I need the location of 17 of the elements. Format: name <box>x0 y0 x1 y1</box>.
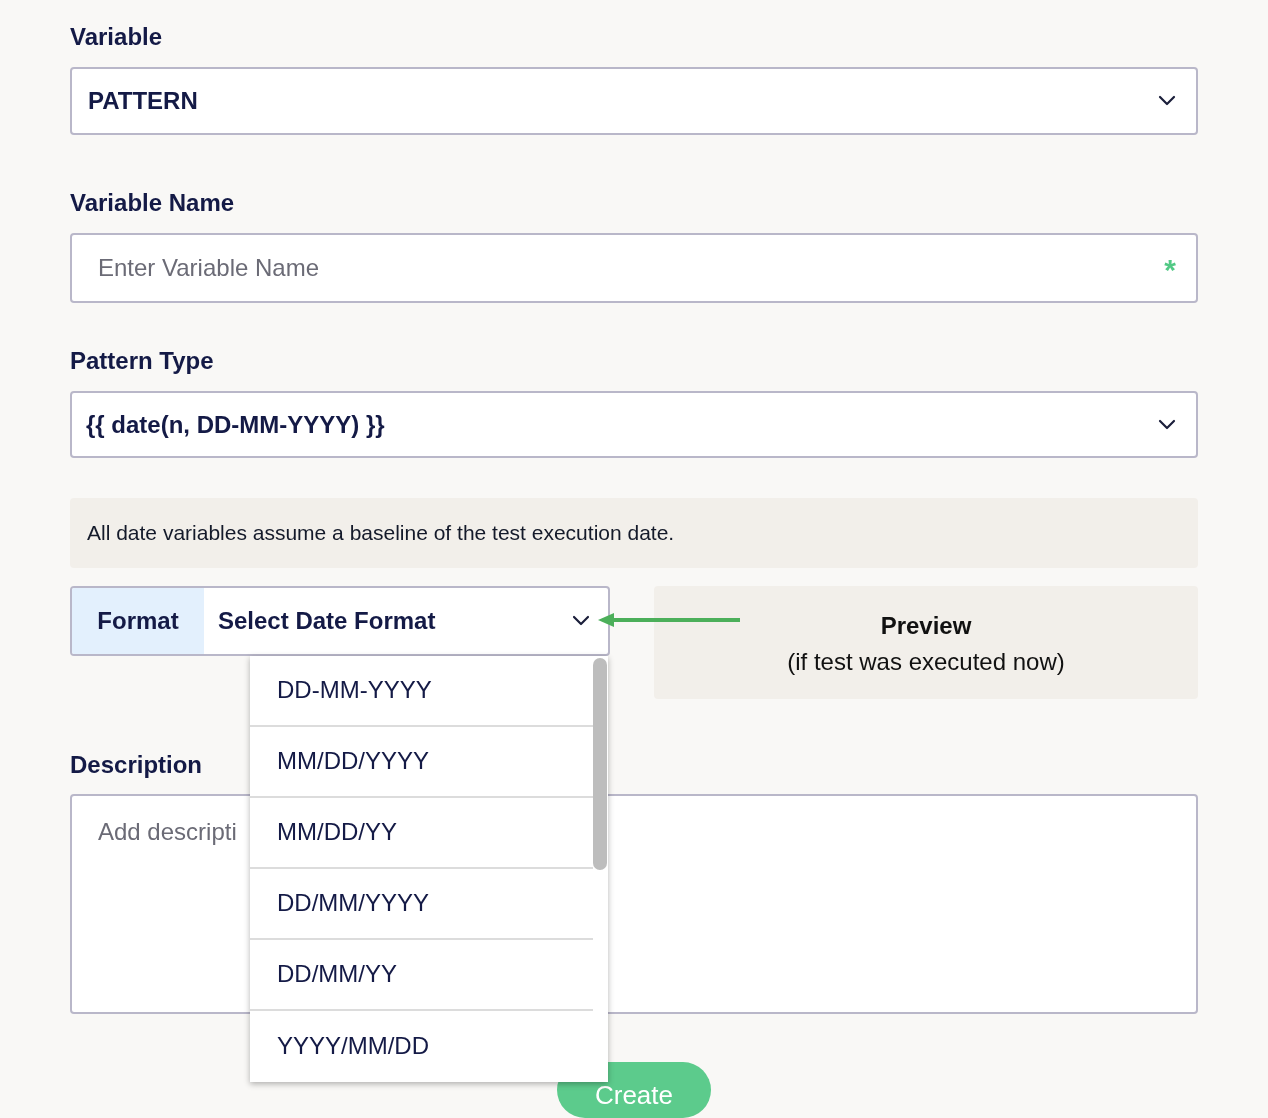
pattern-type-select[interactable]: {{ date(n, DD-MM-YYYY) }} <box>70 390 1198 459</box>
chevron-down-icon <box>572 615 590 627</box>
select-placeholder: Select Date Format <box>218 606 436 636</box>
scrollbar-thumb[interactable] <box>593 658 607 870</box>
chevron-down-icon <box>1158 95 1176 107</box>
field-label: Description <box>70 753 203 777</box>
info-message: All date variables assume a baseline of the test execution date. <box>70 498 1198 568</box>
format-select[interactable]: Format Select Date Format <box>70 586 610 656</box>
preview-title: Preview <box>880 611 972 642</box>
field-label: Variable Name <box>70 190 235 215</box>
required-mark: * <box>1164 254 1176 285</box>
field-label: Pattern Type <box>70 348 214 373</box>
format-label: Format <box>72 588 204 654</box>
preview-subtitle: (if test was executed now) <box>787 647 1065 678</box>
chevron-down-icon <box>1158 419 1176 431</box>
variable-select[interactable]: PATTERN <box>70 67 1198 135</box>
field-label: Variable <box>70 25 163 49</box>
